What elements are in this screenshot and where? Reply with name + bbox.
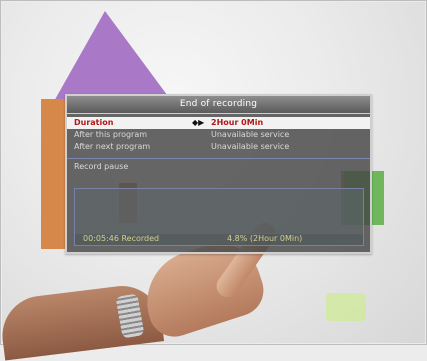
section-divider (67, 153, 370, 159)
recorded-time: 00:05:46 Recorded (83, 234, 160, 243)
end-of-recording-dialog: End of recording Duration ◆▶ 2Hour 0Min … (65, 94, 372, 254)
record-pause-label: Record pause (74, 162, 129, 171)
dialog-title: End of recording (67, 96, 370, 114)
after-next-program-row[interactable]: After next program Unavailable service (67, 141, 370, 153)
duration-label: Duration (74, 118, 114, 127)
purple-roof-decor (44, 11, 174, 103)
after-next-program-label: After next program (74, 142, 151, 151)
channel-watermark (326, 293, 366, 321)
orange-wall-decor (41, 99, 67, 249)
recording-progress: 4.8% (2Hour 0Min) (227, 234, 303, 243)
duration-row[interactable]: Duration ◆▶ 2Hour 0Min (67, 117, 370, 129)
recording-status-bar: 00:05:46 Recorded 4.8% (2Hour 0Min) (74, 233, 364, 246)
duration-value[interactable]: 2Hour 0Min (211, 117, 263, 129)
after-this-program-row[interactable]: After this program Unavailable service (67, 129, 370, 141)
after-this-program-label: After this program (74, 130, 148, 139)
left-right-arrows-icon[interactable]: ◆▶ (192, 117, 204, 129)
recording-info-panel (74, 188, 364, 234)
after-next-program-value: Unavailable service (211, 142, 290, 151)
screen-frame: End of recording Duration ◆▶ 2Hour 0Min … (0, 0, 427, 361)
after-this-program-value: Unavailable service (211, 130, 290, 139)
